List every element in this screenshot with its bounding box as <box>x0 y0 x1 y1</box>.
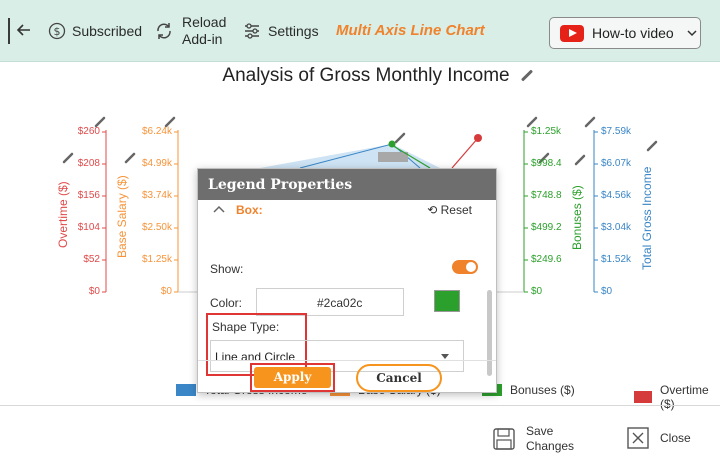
color-label: Color: <box>210 296 243 310</box>
bonuses-tick: $998.4 <box>531 158 562 169</box>
legend-label: Overtime ($) <box>660 383 709 411</box>
changes-label: Changes <box>526 439 575 453</box>
overtime-tick: $156 <box>77 190 100 201</box>
overtime-line-fragment <box>451 137 479 169</box>
total-gross-tick: $1.52k <box>601 254 632 265</box>
chevron-up-icon[interactable] <box>212 204 226 214</box>
dialog-title: Legend Properties <box>198 169 496 200</box>
shape-type-label: Shape Type: <box>212 320 280 334</box>
dialog-body: Box: ⟲ Reset Show: Color: #2ca02c Shape … <box>198 200 496 376</box>
overtime-tick: $208 <box>77 158 100 169</box>
bonuses-tick: $499.2 <box>531 222 562 233</box>
legend-label: Bonuses ($) <box>510 383 575 397</box>
cancel-button[interactable]: Cancel <box>356 364 442 392</box>
overtime-tick: $52 <box>83 254 100 265</box>
floppy-disk-icon <box>493 428 515 450</box>
total-gross-tick: $6.07k <box>601 158 632 169</box>
color-input[interactable]: #2ca02c <box>256 288 404 316</box>
total-gross-tick: $0 <box>601 286 613 297</box>
save-changes-button[interactable]: Save Changes <box>492 424 574 454</box>
reset-icon: ⟲ <box>427 203 441 217</box>
bonuses-tick: $1.25k <box>531 126 562 137</box>
base-salary-tick: $3.74k <box>141 190 172 201</box>
total-gross-tick: $3.04k <box>601 222 632 233</box>
overtime-tick: $260 <box>77 126 100 137</box>
box-section-label: Box: <box>236 203 263 217</box>
bonuses-tick-marks <box>524 131 528 293</box>
bonuses-tick: $748.8 <box>531 190 562 201</box>
close-button[interactable]: Close <box>626 426 691 450</box>
apply-highlight: Apply <box>250 363 335 392</box>
bonuses-tick: $0 <box>531 286 543 297</box>
show-label: Show: <box>210 262 244 276</box>
show-toggle[interactable] <box>452 260 478 274</box>
save-label: Save <box>526 424 554 438</box>
reset-label: Reset <box>440 203 472 217</box>
base-salary-tick: $4.99k <box>141 158 172 169</box>
total-gross-tick-marks <box>594 131 598 293</box>
legend-item-overtime[interactable]: Overtime ($) <box>634 383 720 411</box>
app-root: $ Subscribed Reload Add-in Settings Mult… <box>0 0 720 466</box>
base-salary-tick: $0 <box>160 286 172 297</box>
base-salary-tick: $2.50k <box>141 222 172 233</box>
bonuses-point <box>388 140 396 148</box>
bonuses-axis-label: Bonuses ($) <box>570 185 584 250</box>
total-gross-area-fragment <box>260 144 440 168</box>
overtime-tick-marks <box>102 131 106 293</box>
total-gross-tick: $7.59k <box>601 126 632 137</box>
legend-swatch <box>634 391 652 403</box>
base-salary-tick-marks <box>174 131 178 293</box>
reset-button[interactable]: ⟲ Reset <box>427 203 472 217</box>
close-icon <box>627 427 649 449</box>
bar-fragment <box>378 152 408 162</box>
color-swatch[interactable] <box>434 290 460 312</box>
overtime-point <box>474 134 482 142</box>
caret-down-icon <box>441 354 449 359</box>
total-gross-tick: $4.56k <box>601 190 632 201</box>
apply-button[interactable]: Apply <box>254 367 331 388</box>
legend-swatch <box>176 384 196 396</box>
close-label: Close <box>660 431 691 445</box>
dialog-footer: Apply Cancel <box>198 360 496 392</box>
overtime-tick: $0 <box>88 286 100 297</box>
footer-divider <box>0 405 720 406</box>
bonuses-tick: $249.6 <box>531 254 562 265</box>
legend-properties-dialog: Legend Properties Box: ⟲ Reset Show: Col… <box>197 168 497 393</box>
base-salary-tick: $1.25k <box>141 254 172 265</box>
total-gross-axis-label: Total Gross Income <box>640 166 654 270</box>
base-salary-tick: $6.24k <box>141 126 172 137</box>
base-salary-axis-label: Base Salary ($) <box>115 175 129 258</box>
overtime-tick: $104 <box>77 222 100 233</box>
